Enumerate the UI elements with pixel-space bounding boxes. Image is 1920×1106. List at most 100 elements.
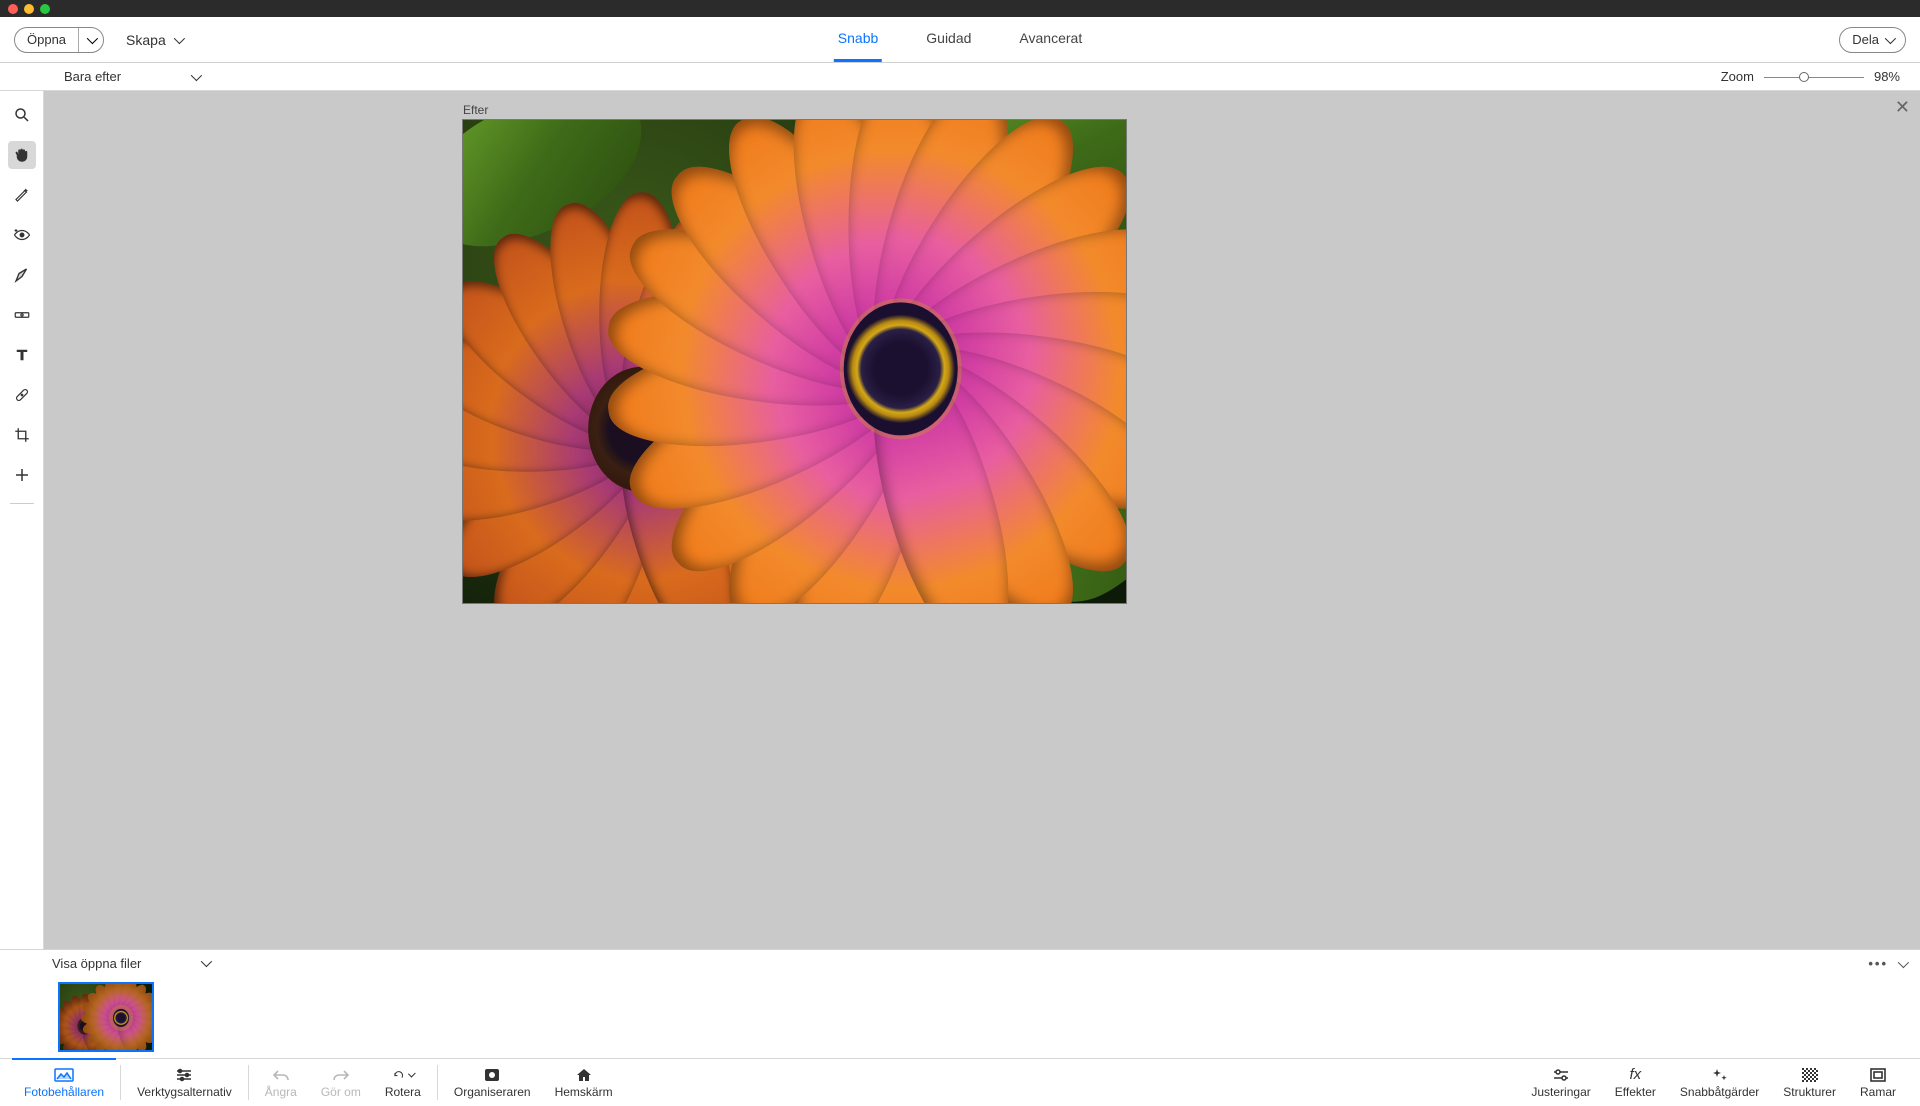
bandaid-icon — [13, 386, 31, 404]
adjustments-button[interactable]: Justeringar — [1519, 1059, 1602, 1106]
quick-actions-button[interactable]: Snabbåtgärder — [1668, 1059, 1771, 1106]
level-icon — [13, 306, 31, 324]
rotate-button[interactable]: Rotera — [373, 1059, 433, 1106]
sliders-icon — [175, 1068, 193, 1082]
rotate-label: Rotera — [385, 1085, 421, 1099]
hand-tool[interactable] — [8, 141, 36, 169]
effects-button[interactable]: fx Effekter — [1603, 1059, 1668, 1106]
open-files-label: Visa öppna filer — [52, 956, 141, 971]
photo-bin: Visa öppna filer ••• — [0, 949, 1920, 1058]
photo-bin-header: Visa öppna filer ••• — [0, 950, 1920, 976]
organizer-button[interactable]: Organiseraren — [442, 1059, 543, 1106]
organizer-icon — [483, 1067, 501, 1083]
wand-select-icon — [13, 186, 31, 204]
zoom-tool[interactable] — [8, 101, 36, 129]
document-thumbnail[interactable] — [58, 982, 154, 1052]
chevron-down-icon — [408, 1069, 415, 1076]
home-icon — [576, 1068, 592, 1082]
create-label: Skapa — [126, 32, 166, 48]
sparkle-icon — [1711, 1067, 1729, 1083]
home-button[interactable]: Hemskärm — [543, 1059, 625, 1106]
chevron-down-icon — [191, 69, 202, 80]
open-button[interactable]: Öppna — [15, 32, 78, 47]
open-files-dropdown[interactable]: Visa öppna filer — [52, 956, 209, 971]
open-dropdown-button[interactable] — [78, 28, 103, 52]
frames-label: Ramar — [1860, 1085, 1896, 1099]
zoom-value: 98% — [1874, 69, 1900, 84]
share-button[interactable]: Dela — [1839, 27, 1906, 53]
zoom-label: Zoom — [1721, 69, 1754, 84]
minimize-window-button[interactable] — [24, 4, 34, 14]
chevron-down-icon — [174, 32, 185, 43]
move-tool[interactable] — [8, 461, 36, 489]
redeye-tool[interactable] — [8, 221, 36, 249]
undo-button[interactable]: Ångra — [253, 1059, 309, 1106]
undo-label: Ångra — [265, 1085, 297, 1099]
straighten-tool[interactable] — [8, 301, 36, 329]
whiten-teeth-tool[interactable] — [8, 261, 36, 289]
home-label: Hemskärm — [555, 1085, 613, 1099]
view-subbar: Bara efter Zoom 98% — [0, 63, 1920, 91]
toolbar-separator — [10, 503, 34, 504]
redo-button[interactable]: Gör om — [309, 1059, 373, 1106]
frames-button[interactable]: Ramar — [1848, 1059, 1908, 1106]
effects-label: Effekter — [1615, 1085, 1656, 1099]
textures-button[interactable]: Strukturer — [1771, 1059, 1848, 1106]
eye-plus-icon — [13, 226, 31, 244]
redo-label: Gör om — [321, 1085, 361, 1099]
view-mode-label: Bara efter — [64, 69, 121, 84]
texture-icon — [1802, 1068, 1818, 1082]
photo-bin-toggle[interactable]: Fotobehållaren — [12, 1058, 116, 1106]
window-titlebar — [0, 0, 1920, 17]
crop-tool[interactable] — [8, 421, 36, 449]
photo-bin-collapse-button[interactable] — [1898, 956, 1906, 971]
photo-bin-icon — [54, 1068, 74, 1082]
main-area: ✕ Efter — [0, 91, 1920, 949]
text-icon — [13, 346, 31, 364]
bottom-bar: Fotobehållaren Verktygsalternativ Ångra … — [0, 1058, 1920, 1106]
undo-icon — [272, 1068, 290, 1082]
adjustments-icon — [1552, 1068, 1570, 1082]
magnifier-icon — [13, 106, 31, 124]
quick-select-tool[interactable] — [8, 181, 36, 209]
hand-icon — [13, 146, 31, 164]
chevron-down-icon — [201, 956, 212, 967]
chevron-down-icon — [87, 32, 98, 43]
tool-sidebar — [0, 91, 44, 949]
text-tool[interactable] — [8, 341, 36, 369]
tab-quick[interactable]: Snabb — [834, 17, 882, 62]
tab-guided[interactable]: Guidad — [922, 17, 975, 62]
tab-advanced[interactable]: Avancerat — [1015, 17, 1086, 62]
plus-move-icon — [13, 466, 31, 484]
share-label: Dela — [1852, 32, 1879, 47]
close-window-button[interactable] — [8, 4, 18, 14]
close-document-button[interactable]: ✕ — [1895, 97, 1910, 118]
open-button-group: Öppna — [14, 27, 104, 53]
adjustments-label: Justeringar — [1531, 1085, 1590, 1099]
organizer-label: Organiseraren — [454, 1085, 531, 1099]
view-mode-dropdown[interactable]: Bara efter — [64, 69, 199, 84]
top-toolbar: Öppna Skapa Snabb Guidad Avancerat Dela — [0, 17, 1920, 63]
canvas-view-label: Efter — [463, 103, 488, 117]
chevron-down-icon — [1885, 32, 1896, 43]
photo-bin-body — [0, 976, 1920, 1058]
document-canvas[interactable] — [462, 119, 1127, 604]
chevron-down-icon — [1898, 956, 1909, 967]
spot-heal-tool[interactable] — [8, 381, 36, 409]
photo-bin-more-button[interactable]: ••• — [1868, 956, 1888, 971]
mode-tabs: Snabb Guidad Avancerat — [834, 17, 1086, 62]
redo-icon — [332, 1068, 350, 1082]
brush-icon — [13, 266, 31, 284]
create-button[interactable]: Skapa — [126, 32, 182, 48]
photo-bin-label: Fotobehållaren — [24, 1085, 104, 1099]
frame-icon — [1870, 1068, 1886, 1082]
maximize-window-button[interactable] — [40, 4, 50, 14]
zoom-slider[interactable] — [1764, 70, 1864, 84]
canvas-area: ✕ Efter — [44, 91, 1920, 949]
rotate-icon — [393, 1068, 404, 1082]
tool-options-button[interactable]: Verktygsalternativ — [125, 1059, 244, 1106]
tool-options-label: Verktygsalternativ — [137, 1085, 232, 1099]
textures-label: Strukturer — [1783, 1085, 1836, 1099]
crop-icon — [13, 426, 31, 444]
fx-icon: fx — [1629, 1066, 1641, 1083]
